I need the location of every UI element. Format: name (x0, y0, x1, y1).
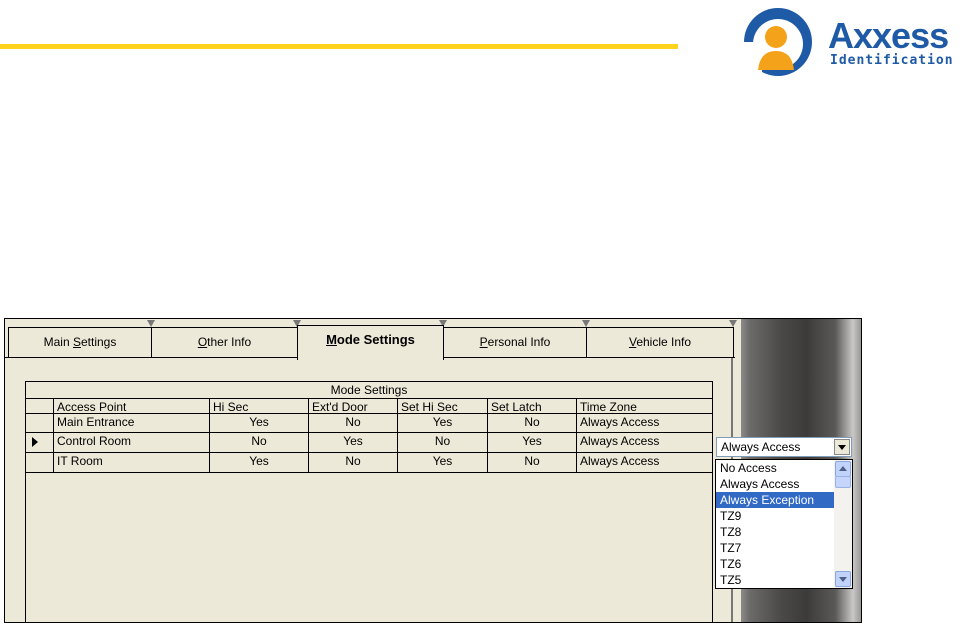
time-zone-combo[interactable]: Always Access (716, 437, 852, 457)
scroll-thumb[interactable] (835, 476, 851, 488)
card-holder-window: Main Settings Other Info Mode Settings P… (4, 318, 862, 623)
dropdown-option-highlighted[interactable]: Always Exception (716, 492, 834, 508)
scroll-down-button[interactable] (835, 571, 851, 587)
table-row[interactable]: IT Room Yes No Yes No Always Access (26, 453, 712, 473)
dropdown-option[interactable]: TZ9 (716, 508, 834, 524)
tab-strip: Main Settings Other Info Mode Settings P… (5, 319, 737, 360)
tab-mode-settings[interactable]: Mode Settings (297, 325, 444, 360)
grid-caption: Mode Settings (26, 383, 712, 399)
time-zone-dropdown-list[interactable]: No Access Always Access Always Exception… (715, 459, 853, 589)
logo-subtitle: Identification (830, 53, 954, 68)
tab-notch-icon (729, 320, 737, 327)
scroll-up-button[interactable] (835, 461, 851, 477)
row-selector[interactable] (26, 433, 54, 452)
dropdown-scrollbar[interactable] (834, 460, 852, 588)
time-zone-combo-value: Always Access (721, 440, 801, 454)
column-header[interactable]: Set Hi Sec (398, 399, 488, 413)
person-badge-icon (742, 8, 812, 76)
tab-main-settings[interactable]: Main Settings (8, 327, 152, 357)
header-gold-rule (0, 44, 678, 49)
table-row-current[interactable]: Control Room No Yes No Yes Always Access (26, 433, 712, 453)
tab-notch-icon (147, 320, 155, 327)
tab-notch-icon (582, 320, 590, 327)
dropdown-option[interactable]: No Access (716, 460, 834, 476)
row-selector[interactable] (26, 414, 54, 432)
tab-personal-info[interactable]: Personal Info (443, 327, 587, 357)
tab-other-info[interactable]: Other Info (151, 327, 298, 357)
logo-wordmark: Axxess (828, 15, 949, 56)
current-row-arrow-icon (32, 437, 38, 447)
dropdown-option[interactable]: TZ5 (716, 572, 834, 588)
combo-dropdown-button[interactable] (834, 439, 850, 455)
chevron-up-icon (839, 466, 847, 471)
dropdown-option[interactable]: TZ6 (716, 556, 834, 572)
dropdown-option[interactable]: Always Access (716, 476, 834, 492)
tab-vehicle-info[interactable]: Vehicle Info (586, 327, 734, 357)
chevron-down-icon (838, 445, 846, 450)
row-selector[interactable] (26, 453, 54, 472)
column-header[interactable]: Time Zone (577, 399, 712, 413)
column-header[interactable]: Set Latch (488, 399, 577, 413)
mode-settings-grid: Mode Settings Access Point Hi Sec Ext'd … (25, 381, 713, 622)
table-row[interactable]: Main Entrance Yes No Yes No Always Acces… (26, 414, 712, 433)
column-header[interactable]: Access Point (54, 399, 210, 413)
axxess-logo: Axxess Identification (738, 4, 956, 78)
dropdown-option[interactable]: TZ7 (716, 540, 834, 556)
grid-header-row: Access Point Hi Sec Ext'd Door Set Hi Se… (26, 399, 712, 414)
chevron-down-icon (839, 577, 847, 582)
dropdown-option[interactable]: TZ8 (716, 524, 834, 540)
column-header[interactable]: Hi Sec (210, 399, 309, 413)
column-header[interactable]: Ext'd Door (309, 399, 398, 413)
